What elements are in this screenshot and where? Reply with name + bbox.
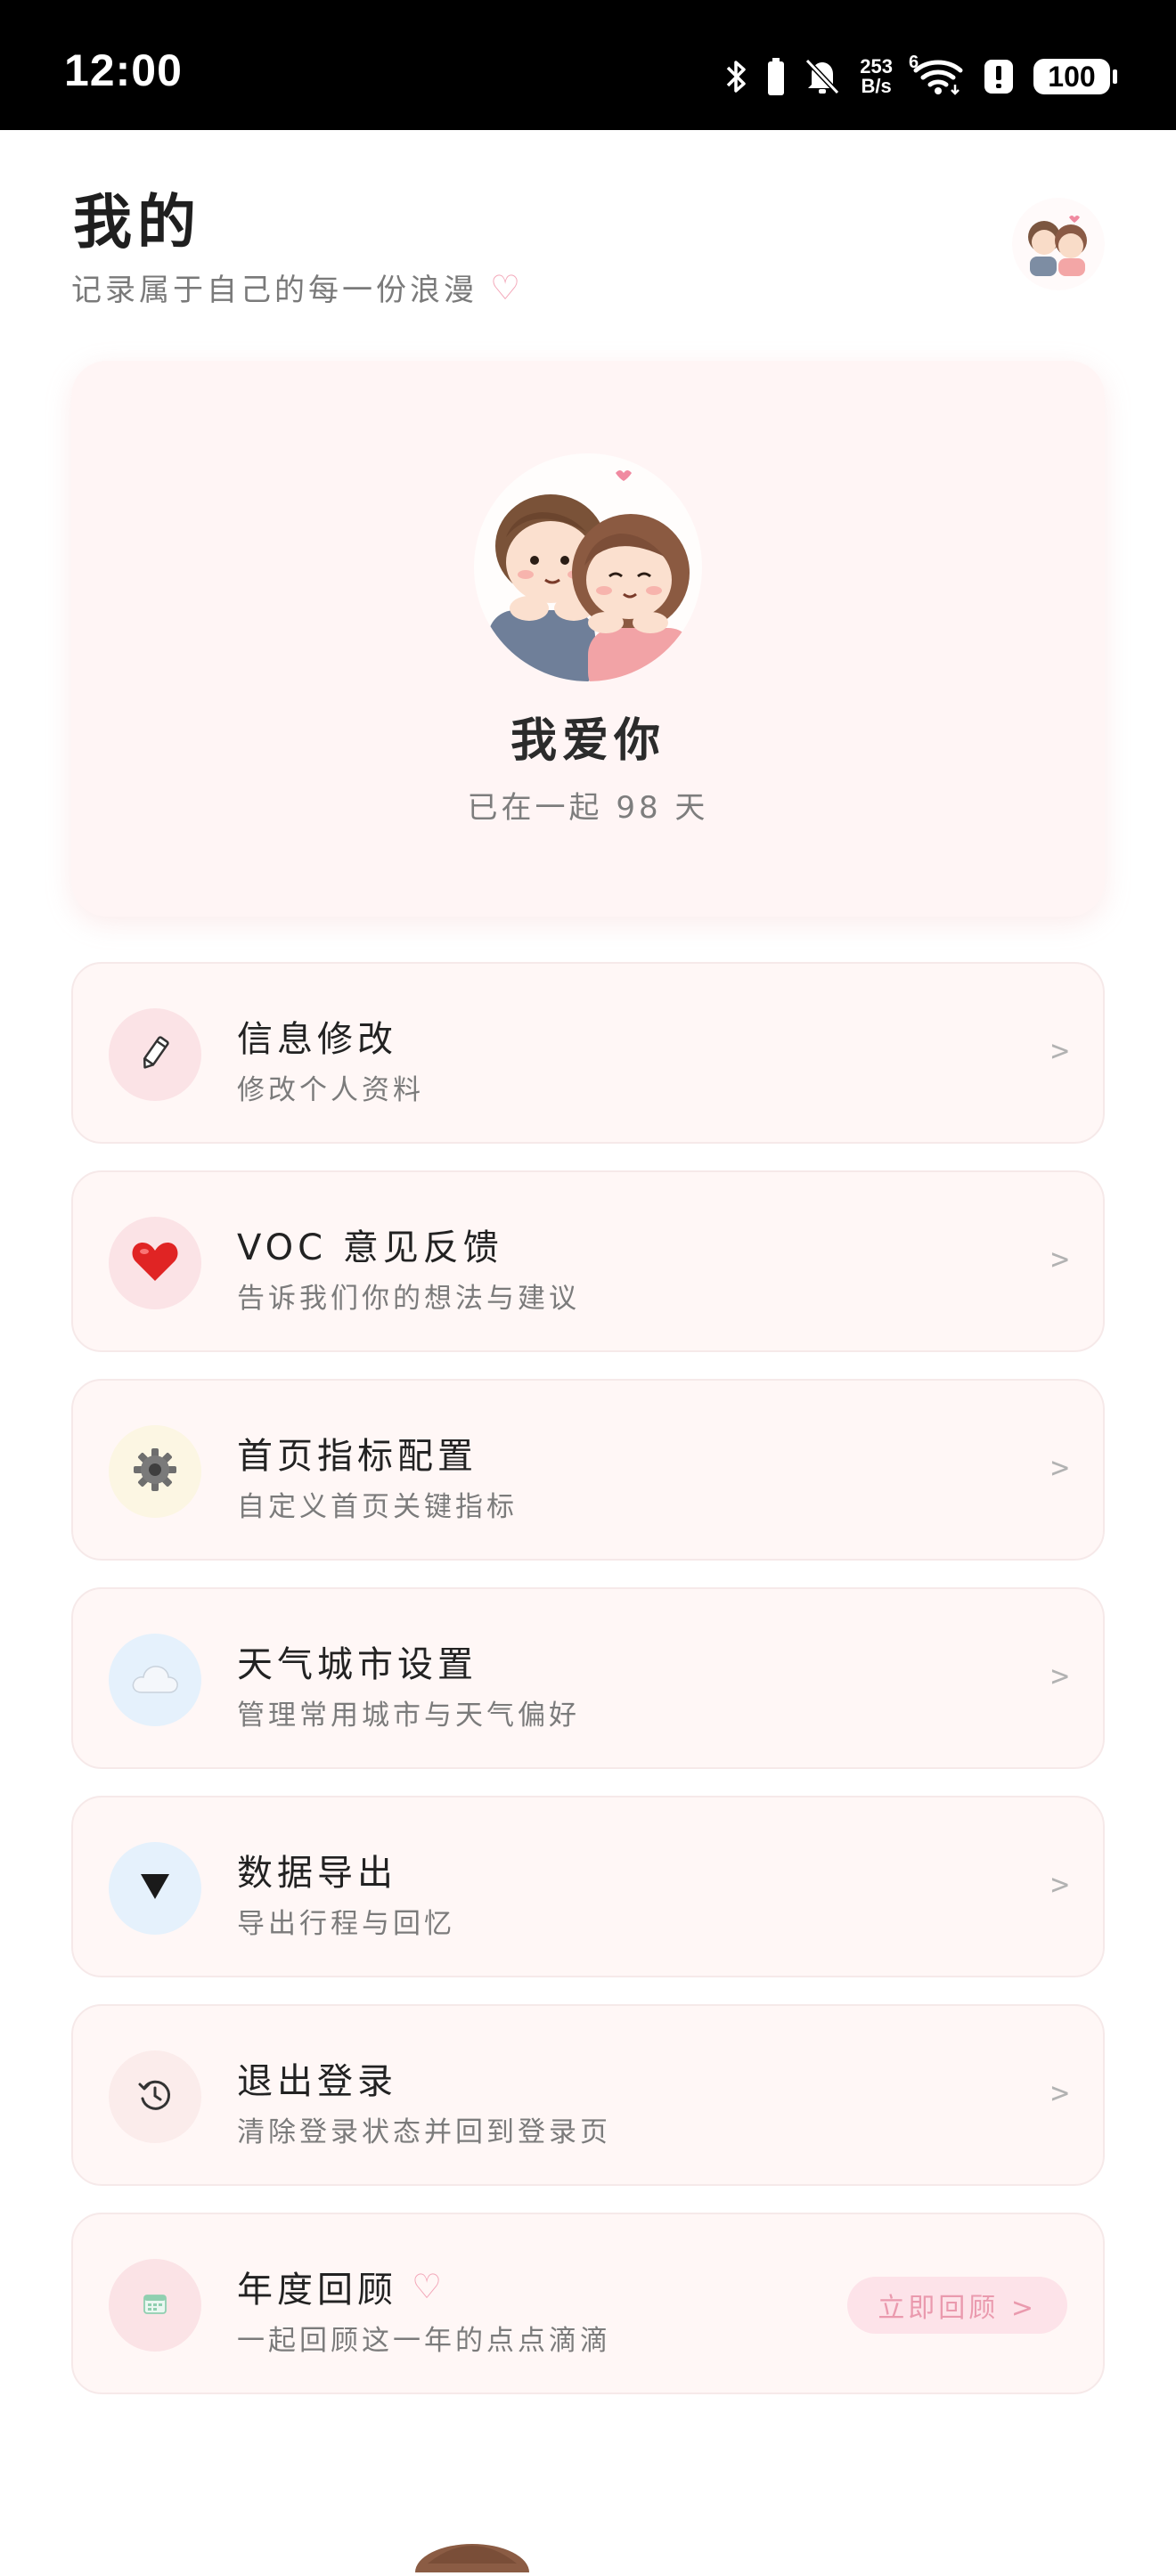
- pencil-icon: [135, 1033, 175, 1076]
- menu-item-annual-review[interactable]: 年度回顾 ♡ 一起回顾这一年的点点滴滴 立即回顾 >: [71, 2213, 1105, 2394]
- status-icons: 253 B/s 6 100: [724, 52, 1117, 102]
- wifi-label: 6: [909, 53, 919, 72]
- menu-subtitle: 管理常用城市与天气偏好: [237, 1700, 580, 1732]
- menu-subtitle: 修改个人资料: [237, 1074, 424, 1106]
- chevron-right-icon: >: [1050, 1450, 1069, 1486]
- menu-subtitle: 清除登录状态并回到登录页: [237, 2116, 611, 2148]
- chevron-right-icon: >: [1050, 1242, 1069, 1277]
- network-speed-value: 253: [860, 55, 893, 77]
- menu-item-weather-city[interactable]: 天气城市设置 管理常用城市与天气偏好 >: [71, 1587, 1105, 1769]
- battery-icon: 100: [1033, 59, 1117, 94]
- alert-icon: [984, 59, 1014, 94]
- menu-subtitle: 告诉我们你的想法与建议: [237, 1283, 580, 1315]
- menu-title: 年度回顾 ♡: [237, 2261, 446, 2312]
- review-now-button[interactable]: 立即回顾 >: [847, 2277, 1067, 2334]
- page-title: 我的: [73, 188, 201, 257]
- battery-saver-icon: [767, 58, 785, 95]
- menu-subtitle: 自定义首页关键指标: [237, 1491, 518, 1523]
- menu-icon-bg: [109, 2259, 201, 2352]
- menu-icon-bg: [109, 2050, 201, 2143]
- status-bar: 12:00 253 B/s 6 100: [0, 0, 1176, 130]
- couple-avatar: [470, 450, 706, 685]
- cloud-icon: [131, 1662, 179, 1698]
- bluetooth-icon: [724, 59, 747, 94]
- bottom-illustration: [410, 2519, 535, 2576]
- network-speed: 253 B/s: [860, 57, 893, 96]
- menu-title: 首页指标配置: [237, 1436, 478, 1477]
- menu-subtitle: 一起回顾这一年的点点滴滴: [237, 2325, 611, 2357]
- menu-title: 信息修改: [237, 1019, 397, 1060]
- logout-clock-icon: [137, 2077, 173, 2116]
- heart-outline-icon: ♡: [490, 267, 525, 307]
- menu-title: 数据导出: [237, 1853, 397, 1894]
- chevron-right-icon: >: [1050, 1867, 1069, 1903]
- menu-title: VOC 意见反馈: [237, 1227, 503, 1268]
- download-triangle-icon: [139, 1872, 171, 1904]
- mute-icon: [804, 58, 840, 95]
- menu-title: 天气城市设置: [237, 1644, 478, 1685]
- calendar-icon: [143, 2293, 167, 2318]
- menu-icon-bg: [109, 1634, 201, 1726]
- menu-subtitle: 导出行程与回忆: [237, 1908, 455, 1940]
- wifi-icon: 6: [909, 53, 964, 95]
- menu-item-data-export[interactable]: 数据导出 导出行程与回忆 >: [71, 1796, 1105, 1977]
- menu-item-feedback[interactable]: VOC 意见反馈 告诉我们你的想法与建议 >: [71, 1170, 1105, 1352]
- network-speed-unit: B/s: [861, 75, 892, 97]
- chevron-right-icon: >: [1050, 1659, 1069, 1694]
- menu-icon-bg: [109, 1217, 201, 1309]
- profile-card[interactable]: 我爱你 已在一起 98 天: [71, 361, 1105, 917]
- together-days: 已在一起 98 天: [467, 790, 709, 826]
- menu-icon-bg: [109, 1425, 201, 1518]
- status-time: 12:00: [64, 45, 183, 95]
- chevron-right-icon: >: [1050, 2075, 1069, 2111]
- menu-item-home-metrics[interactable]: 首页指标配置 自定义首页关键指标 >: [71, 1379, 1105, 1561]
- chevron-right-icon: >: [1050, 1033, 1069, 1069]
- profile-name: 我爱你: [510, 714, 666, 768]
- gear-icon: [133, 1447, 177, 1496]
- menu-title-text: 年度回顾: [237, 2270, 397, 2311]
- avatar[interactable]: [1012, 198, 1105, 290]
- menu-icon-bg: [109, 1008, 201, 1101]
- menu-icon-bg: [109, 1842, 201, 1935]
- menu-title: 退出登录: [237, 2061, 397, 2102]
- page-subtitle: 记录属于自己的每一份浪漫 ♡: [71, 265, 524, 309]
- menu-item-logout[interactable]: 退出登录 清除登录状态并回到登录页 >: [71, 2004, 1105, 2186]
- menu-item-edit-info[interactable]: 信息修改 修改个人资料 >: [71, 962, 1105, 1144]
- page-subtitle-text: 记录属于自己的每一份浪漫: [71, 273, 478, 308]
- heart-outline-icon: ♡: [412, 2267, 447, 2306]
- heart-icon: [131, 1240, 179, 1286]
